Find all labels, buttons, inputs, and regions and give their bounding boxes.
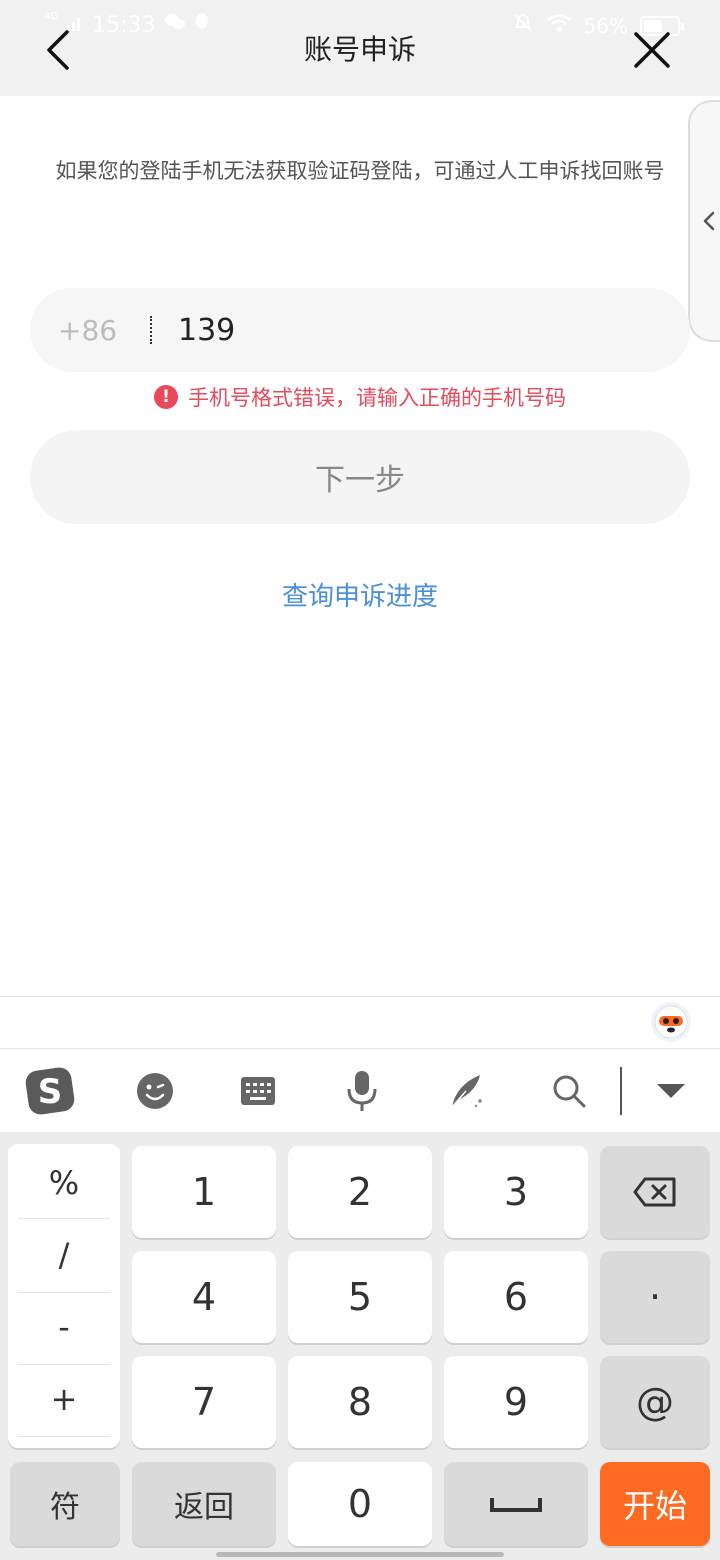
mic-icon[interactable] xyxy=(336,1065,388,1117)
key-3[interactable]: 3 xyxy=(444,1146,588,1238)
error-text: 手机号格式错误，请输入正确的手机号码 xyxy=(188,386,566,410)
page-title: 账号申诉 xyxy=(303,33,416,66)
symbol-divider xyxy=(18,1436,110,1437)
key-delete[interactable] xyxy=(600,1146,710,1238)
emoji-icon[interactable] xyxy=(129,1065,181,1117)
symbol-divider xyxy=(18,1292,110,1293)
ime-mascot-icon[interactable] xyxy=(651,1002,691,1042)
key-symbols[interactable]: 符 xyxy=(10,1462,120,1546)
phone-divider xyxy=(150,316,152,344)
next-step-button[interactable]: 下一步 xyxy=(30,430,690,524)
key-5[interactable]: 5 xyxy=(288,1251,432,1343)
query-progress-link[interactable]: 查询申诉进度 xyxy=(0,576,720,613)
key-space[interactable] xyxy=(444,1462,588,1546)
symbol-divider xyxy=(18,1364,110,1365)
key-7[interactable]: 7 xyxy=(132,1356,276,1448)
space-icon xyxy=(490,1498,542,1512)
symbol-column[interactable]: % / - + xyxy=(8,1144,120,1448)
key-percent[interactable]: % xyxy=(18,1158,110,1208)
keyboard-icon[interactable] xyxy=(232,1065,284,1117)
symbol-divider xyxy=(18,1218,110,1219)
error-message: ! 手机号格式错误，请输入正确的手机号码 xyxy=(0,382,720,412)
error-icon: ! xyxy=(154,385,178,409)
key-slash[interactable]: / xyxy=(18,1230,110,1280)
key-dot[interactable]: · xyxy=(600,1251,710,1343)
key-6[interactable]: 6 xyxy=(444,1251,588,1343)
key-minus[interactable]: - xyxy=(18,1302,110,1352)
key-1[interactable]: 1 xyxy=(132,1146,276,1238)
key-at[interactable]: @ xyxy=(600,1356,710,1448)
appeal-tip: 如果您的登陆手机无法获取验证码登陆，可通过人工申诉找回账号 xyxy=(55,159,665,183)
key-start[interactable]: 开始 xyxy=(600,1462,710,1546)
phone-input[interactable] xyxy=(178,288,658,372)
key-return[interactable]: 返回 xyxy=(132,1462,276,1546)
home-indicator[interactable] xyxy=(216,1552,504,1557)
svg-text:S: S xyxy=(38,1072,63,1112)
search-icon[interactable] xyxy=(543,1065,595,1117)
app-root: 4G 15:33 56% 账号申诉 如果您的登陆手机无法获取验证码登陆，可通过人… xyxy=(0,0,720,1560)
sogou-logo-icon[interactable]: S xyxy=(24,1065,76,1117)
toolbar-divider xyxy=(620,1067,622,1115)
key-0[interactable]: 0 xyxy=(288,1462,432,1546)
key-4[interactable]: 4 xyxy=(132,1251,276,1343)
close-icon xyxy=(634,32,670,68)
collapse-icon[interactable] xyxy=(645,1065,697,1117)
backspace-icon xyxy=(633,1177,676,1207)
country-code[interactable]: +86 xyxy=(58,314,117,347)
handwriting-icon[interactable] xyxy=(440,1065,492,1117)
ime-toolbar: S xyxy=(0,1048,720,1132)
key-9[interactable]: 9 xyxy=(444,1356,588,1448)
close-button[interactable] xyxy=(624,22,680,78)
network-type: 4G xyxy=(44,11,59,22)
header: 4G 15:33 56% 账号申诉 xyxy=(0,0,720,96)
side-panel-tab[interactable] xyxy=(688,100,720,342)
ime-candidate-bar xyxy=(0,996,720,1048)
chevron-left-icon xyxy=(703,211,715,231)
phone-field[interactable]: +86 xyxy=(30,288,690,372)
key-plus[interactable]: + xyxy=(18,1374,110,1424)
key-8[interactable]: 8 xyxy=(288,1356,432,1448)
key-2[interactable]: 2 xyxy=(288,1146,432,1238)
